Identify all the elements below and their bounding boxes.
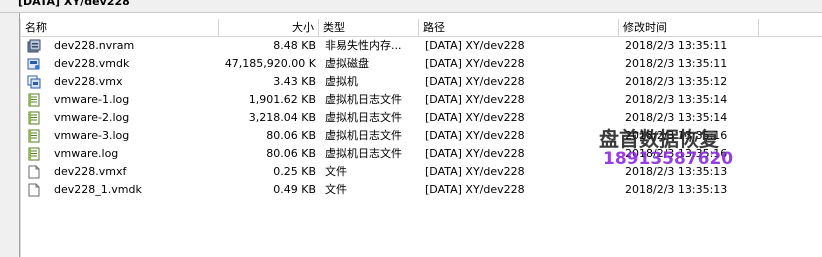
log-file-icon [27,111,41,125]
column-path-header[interactable]: 路径 [419,19,619,36]
column-name-header[interactable]: 名称 [21,19,219,36]
column-type-header[interactable]: 类型 [319,19,419,36]
file-name: dev228.vmdk [54,57,130,70]
file-name: vmware-2.log [54,111,130,124]
file-modified-time: 2018/2/3 13:35:11 [625,57,728,70]
file-size: 47,185,920.00 K [224,57,316,70]
log-file-icon [27,129,41,143]
log-file-icon [27,147,41,161]
column-modified-header[interactable]: 修改时间 [619,19,759,36]
file-size: 80.06 KB [266,147,316,160]
file-path: [DATA] XY/dev228 [425,39,525,52]
column-header: 名称 大小 类型 路径 修改时间 [21,19,822,37]
file-path: [DATA] XY/dev228 [425,93,525,106]
generic-file-icon [27,183,41,197]
generic-file-icon [27,165,41,179]
file-modified-time: 2018/2/3 13:35:11 [625,39,728,52]
file-path: [DATA] XY/dev228 [425,111,525,124]
file-size: 0.49 KB [273,183,316,196]
file-row[interactable]: dev228.vmdk 47,185,920.00 K 虚拟磁盘 [DATA] XY/… [21,55,761,73]
file-row[interactable]: vmware-1.log 1,901.62 KB 虚拟机日志文件 [DATA] XY/… [21,91,761,109]
file-type: 虚拟机日志文件 [325,147,402,160]
file-type: 虚拟机日志文件 [325,129,402,142]
file-size: 80.06 KB [266,129,316,142]
column-size-header[interactable]: 大小 [219,19,319,36]
file-row[interactable]: dev228.vmx 3.43 KB 虚拟机 [DATA] XY/dev228 2018… [21,73,761,91]
file-size: 8.48 KB [273,39,316,52]
file-name: vmware-3.log [54,129,130,142]
file-name: dev228.vmx [54,75,123,88]
file-size: 0.25 KB [273,165,316,178]
file-type: 非易失性内存... [325,39,402,52]
file-size: 1,901.62 KB [248,93,316,106]
file-type: 虚拟机日志文件 [325,93,402,106]
file-size: 3.43 KB [273,75,316,88]
file-type: 虚拟机日志文件 [325,111,402,124]
watermark-phone: 18913587620 [603,149,734,169]
file-name: dev228_1.vmdk [54,183,142,196]
file-path: [DATA] XY/dev228 [425,75,525,88]
file-size: 3,218.04 KB [248,111,316,124]
file-modified-time: 2018/2/3 13:35:13 [625,183,728,196]
virtual-machine-icon [27,75,41,89]
virtual-disk-icon [27,57,41,71]
path-title: [DATA] XY/dev228 [18,0,130,8]
file-type: 文件 [325,183,347,196]
watermark-brand: 盘首数据恢复 [599,127,719,151]
file-path: [DATA] XY/dev228 [425,57,525,70]
file-modified-time: 2018/2/3 13:35:12 [625,75,728,88]
file-name: vmware.log [54,147,119,160]
file-path: [DATA] XY/dev228 [425,129,525,142]
file-row[interactable]: dev228_1.vmdk 0.49 KB 文件 [DATA] XY/dev228 20… [21,181,761,199]
nvram-icon [27,39,41,53]
file-type: 文件 [325,165,347,178]
file-name: dev228.vmxf [54,165,127,178]
file-type: 虚拟机 [325,75,358,88]
file-name: vmware-1.log [54,93,130,106]
file-row[interactable]: dev228.nvram 8.48 KB 非易失性内存... [DATA] XY/de… [21,37,761,55]
file-path: [DATA] XY/dev228 [425,183,525,196]
log-file-icon [27,93,41,107]
file-list-view[interactable]: 名称 大小 类型 路径 修改时间 dev228.nvram 8.48 KB 非易失性… [20,19,822,257]
file-type: 虚拟磁盘 [325,57,369,70]
path-title-bar: [DATA] XY/dev228 [0,0,822,13]
file-path: [DATA] XY/dev228 [425,147,525,160]
left-pane-frame [0,13,20,257]
file-path: [DATA] XY/dev228 [425,165,525,178]
file-modified-time: 2018/2/3 13:35:14 [625,93,728,106]
file-name: dev228.nvram [54,39,135,52]
